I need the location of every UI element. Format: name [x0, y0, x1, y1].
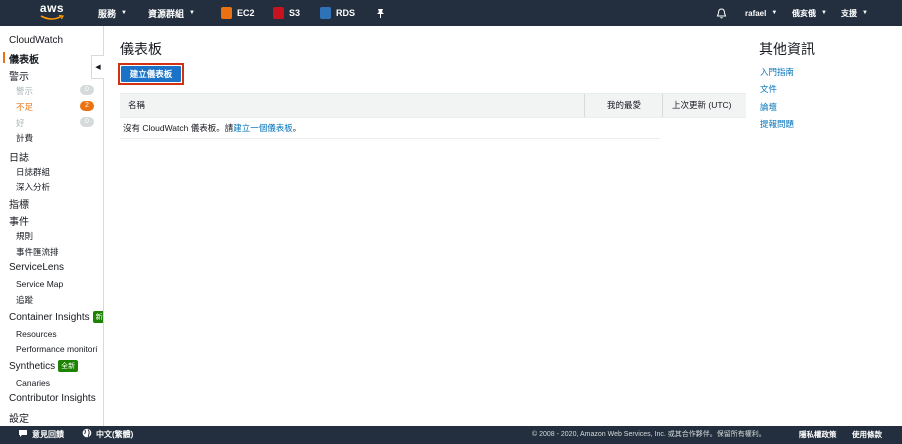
- create-dashboard-button[interactable]: 建立儀表板: [121, 66, 181, 82]
- privacy-policy-link[interactable]: 隱私權政策: [799, 426, 837, 444]
- info-panel-title: 其他資訊: [759, 41, 815, 57]
- copyright-text: © 2008 - 2020, Amazon Web Services, Inc.…: [532, 431, 766, 438]
- sidebar-item-event-buses[interactable]: 事件匯流排: [16, 246, 59, 258]
- sidebar-collapse-button[interactable]: ◀: [91, 55, 104, 79]
- support-menu[interactable]: 支援 ▼: [841, 0, 868, 26]
- column-header-name[interactable]: 名稱: [128, 94, 145, 117]
- column-header-favorite[interactable]: 我的最愛: [607, 94, 641, 117]
- report-issue-link[interactable]: 提報問題: [760, 118, 794, 130]
- sidebar-item-alarm-state[interactable]: 警示: [16, 85, 33, 97]
- shortcut-ec2-label: EC2: [237, 8, 255, 18]
- sidebar-item-log-groups[interactable]: 日誌群組: [16, 166, 50, 178]
- page-title: 儀表板: [120, 41, 162, 57]
- documentation-link[interactable]: 文件: [760, 83, 777, 95]
- sidebar-item-insufficient[interactable]: 不足: [16, 101, 33, 113]
- sidebar-item-traces[interactable]: 追蹤: [16, 294, 33, 306]
- region-menu[interactable]: 俄亥俄 ▼: [792, 0, 827, 26]
- sidebar-item-servicelens[interactable]: ServiceLens: [9, 262, 64, 273]
- empty-state-suffix: 。: [292, 123, 302, 133]
- sidebar-item-canaries[interactable]: Canaries: [16, 378, 50, 388]
- services-menu[interactable]: 服務 ▼: [98, 0, 127, 26]
- chevron-down-icon: ▼: [821, 10, 827, 16]
- pin-icon: [377, 9, 384, 18]
- column-divider: [584, 94, 585, 117]
- support-label: 支援: [841, 8, 857, 18]
- shortcut-ec2[interactable]: EC2: [221, 0, 255, 26]
- shortcut-s3[interactable]: S3: [273, 0, 300, 26]
- sidebar-item-service-map[interactable]: Service Map: [16, 279, 63, 289]
- active-indicator: [3, 52, 5, 63]
- sidebar-item-billing[interactable]: 計費: [16, 132, 33, 144]
- language-label: 中文(繁體): [96, 430, 134, 439]
- feedback-button[interactable]: 意見回饋: [18, 426, 64, 444]
- container-insights-label: Container Insights: [9, 312, 90, 323]
- column-divider: [662, 94, 663, 117]
- sidebar-item-ok[interactable]: 好: [16, 117, 25, 129]
- new-badge: 全新: [58, 360, 79, 372]
- terms-of-use-link[interactable]: 使用條款: [852, 426, 882, 444]
- new-badge: 新: [92, 311, 103, 323]
- shortcut-rds[interactable]: RDS: [320, 0, 355, 26]
- chevron-left-icon: ◀: [95, 64, 101, 71]
- rds-icon: [320, 7, 331, 19]
- resource-groups-menu[interactable]: 資源群組 ▼: [148, 0, 195, 26]
- aws-smile-icon: [40, 15, 64, 20]
- chat-bubble-icon: [19, 430, 27, 437]
- feedback-label: 意見回饋: [32, 430, 64, 439]
- ok-count-badge: 0: [80, 117, 94, 127]
- synthetics-label: Synthetics: [9, 361, 56, 372]
- footer: 意見回饋 中文(繁體) © 2008 - 2020, Amazon Web Se…: [0, 426, 902, 444]
- ec2-icon: [221, 7, 232, 19]
- sidebar-item-dashboards[interactable]: 儀表板: [9, 51, 39, 66]
- sidebar-item-insights[interactable]: 深入分析: [16, 181, 50, 193]
- bell-icon: [716, 7, 727, 18]
- shortcut-rds-label: RDS: [336, 8, 356, 18]
- insufficient-count-badge: 2: [80, 101, 94, 111]
- main-content: 儀表板 建立儀表板 名稱 我的最愛 上次更新 (UTC) 沒有 CloudWat…: [105, 26, 902, 426]
- empty-state-text: 沒有 CloudWatch 儀表板。請: [123, 123, 234, 133]
- sidebar-item-synthetics[interactable]: Synthetics 全新: [9, 360, 79, 372]
- pin-shortcut-button[interactable]: [376, 0, 385, 26]
- aws-logo[interactable]: aws: [38, 2, 66, 24]
- s3-icon: [273, 7, 284, 19]
- alarm-count-badge: 0: [80, 85, 94, 95]
- sidebar-item-container-insights[interactable]: Container Insights 新: [9, 311, 103, 323]
- account-menu[interactable]: rafael ▼: [745, 0, 777, 26]
- table-header: 名稱 我的最愛 上次更新 (UTC): [120, 93, 746, 118]
- sidebar-item-resources[interactable]: Resources: [16, 329, 57, 339]
- sidebar-item-performance-monitoring[interactable]: Performance monitori: [16, 344, 97, 354]
- column-header-last-updated[interactable]: 上次更新 (UTC): [672, 94, 732, 117]
- account-label: rafael: [745, 8, 767, 18]
- sidebar-item-contributor-insights[interactable]: Contributor Insights: [9, 393, 96, 404]
- sidebar-item-events[interactable]: 事件: [9, 213, 29, 228]
- sidebar: CloudWatch 儀表板 警示 警示 0 不足 2 好 0 計費 日誌 日誌…: [0, 26, 104, 426]
- forum-link[interactable]: 論壇: [760, 101, 777, 113]
- services-label: 服務: [98, 8, 117, 19]
- chevron-down-icon: ▼: [189, 10, 195, 16]
- sidebar-item-logs[interactable]: 日誌: [9, 149, 29, 164]
- top-navigation-bar: aws 服務 ▼ 資源群組 ▼ EC2 S3 RDS rafael ▼ 俄亥俄 ▼ 支援…: [0, 0, 902, 26]
- create-button-highlight: 建立儀表板: [118, 63, 184, 85]
- empty-state-row: 沒有 CloudWatch 儀表板。請建立一個儀表板。: [120, 121, 660, 139]
- notifications-button[interactable]: [716, 0, 727, 26]
- sidebar-item-cloudwatch[interactable]: CloudWatch: [9, 35, 63, 46]
- sidebar-item-metrics[interactable]: 指標: [9, 196, 29, 211]
- getting-started-link[interactable]: 入門指南: [760, 66, 794, 78]
- sidebar-item-settings[interactable]: 設定: [9, 410, 29, 425]
- chevron-down-icon: ▼: [121, 10, 127, 16]
- shortcut-s3-label: S3: [289, 8, 301, 18]
- resource-groups-label: 資源群組: [148, 8, 185, 19]
- region-label: 俄亥俄: [792, 8, 816, 18]
- language-selector[interactable]: 中文(繁體): [82, 426, 133, 444]
- create-dashboard-link[interactable]: 建立一個儀表板: [233, 123, 293, 133]
- sidebar-item-alarms[interactable]: 警示: [9, 68, 29, 83]
- sidebar-item-rules[interactable]: 規則: [16, 230, 33, 242]
- aws-logo-text: aws: [39, 1, 65, 15]
- chevron-down-icon: ▼: [862, 10, 868, 16]
- globe-icon: [82, 428, 92, 438]
- chevron-down-icon: ▼: [771, 10, 778, 16]
